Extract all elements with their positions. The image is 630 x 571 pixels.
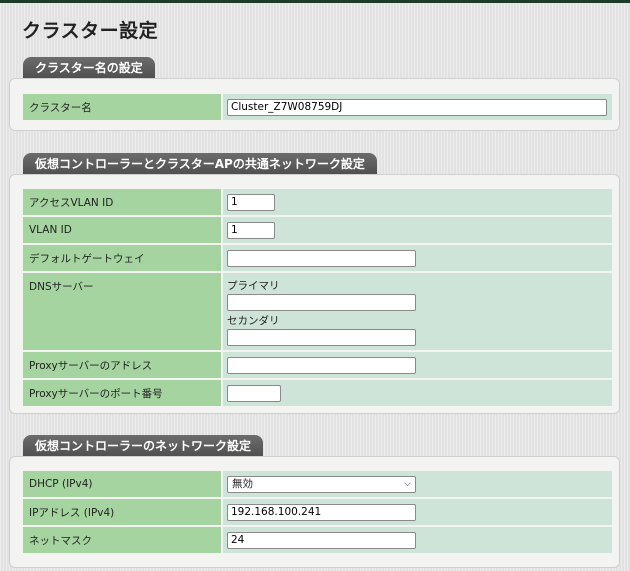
section-tab: 仮想コントローラーとクラスターAPの共通ネットワーク設定 [23, 153, 377, 175]
section-box: アクセスVLAN ID VLAN ID デフォルトゲートウェイ [9, 174, 620, 414]
dhcp-label: DHCP (IPv4) [23, 471, 221, 497]
gateway-label: デフォルトゲートウェイ [23, 245, 221, 271]
dhcp-select[interactable]: 無効 ⌵ [227, 475, 416, 493]
section-tab: クラスター名の設定 [23, 57, 155, 79]
cluster-name-input[interactable] [227, 98, 607, 116]
proxy-port-input[interactable] [227, 384, 281, 402]
cluster-name-label: クラスター名 [23, 94, 221, 120]
dns-secondary-input[interactable] [227, 329, 416, 346]
ip-address-input[interactable] [227, 503, 416, 521]
vlan-id-input[interactable] [227, 221, 275, 239]
access-vlan-input[interactable] [227, 193, 275, 211]
gateway-input[interactable] [227, 249, 416, 267]
access-vlan-label: アクセスVLAN ID [23, 189, 221, 215]
top-border [0, 0, 630, 3]
ip-address-label: IPアドレス (IPv4) [23, 499, 221, 525]
dns-label: DNSサーバー [23, 273, 221, 350]
dns-primary-input[interactable] [227, 294, 416, 311]
proxy-address-input[interactable] [227, 356, 416, 374]
netmask-input[interactable] [227, 531, 416, 549]
dns-primary-label: プライマリ [227, 280, 280, 292]
dhcp-selected-value: 無効 [232, 477, 253, 490]
section-box: DHCP (IPv4) 無効 ⌵ IPアドレス (IPv4) ネットマスク [9, 456, 620, 568]
netmask-label: ネットマスク [23, 527, 221, 553]
proxy-port-label: Proxyサーバーのポート番号 [23, 380, 221, 406]
page-title: クラスター設定 [22, 20, 159, 42]
dns-secondary-label: セカンダリ [227, 315, 280, 327]
section-tab: 仮想コントローラーのネットワーク設定 [23, 435, 264, 457]
section-box: クラスター名 [9, 78, 620, 131]
vlan-id-label: VLAN ID [23, 217, 221, 243]
chevron-down-icon: ⌵ [404, 478, 411, 489]
proxy-address-label: Proxyサーバーのアドレス [23, 352, 221, 378]
